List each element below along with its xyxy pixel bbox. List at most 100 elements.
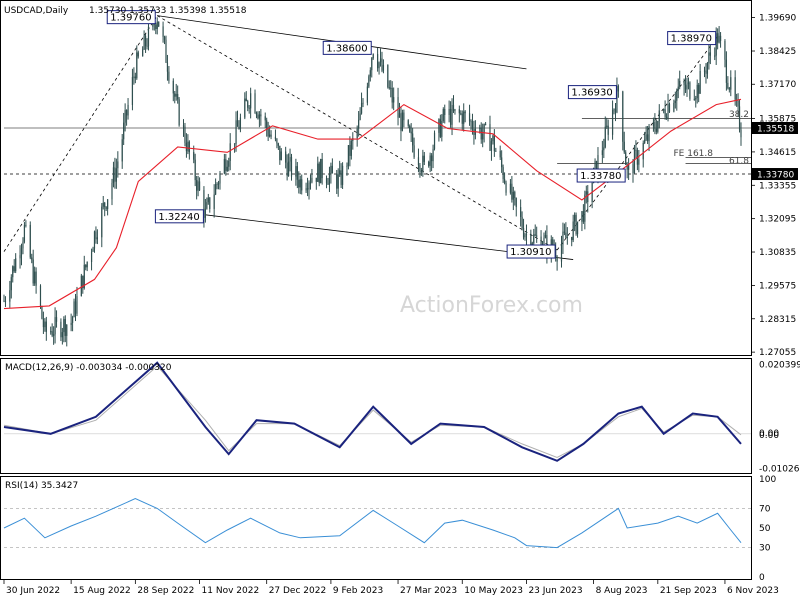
candle-body xyxy=(9,290,11,302)
candle-body xyxy=(339,170,341,175)
candle-body xyxy=(587,191,589,203)
candle-body xyxy=(525,234,528,236)
candle-body xyxy=(245,98,247,102)
y-axis-ticks: 1.396901.384251.371701.358751.346151.333… xyxy=(751,14,798,358)
candle-body xyxy=(143,35,145,50)
candle-body xyxy=(325,178,328,184)
candle-body xyxy=(668,104,671,112)
candle-body xyxy=(248,107,250,109)
candle-body xyxy=(174,93,176,97)
candle-body xyxy=(625,152,627,165)
candle-body xyxy=(125,110,128,116)
candle-body xyxy=(718,35,720,43)
candle-body xyxy=(350,141,352,156)
candle-body xyxy=(601,150,603,156)
candle-body xyxy=(53,334,55,336)
candle-body xyxy=(565,232,567,238)
candle-body xyxy=(137,52,139,57)
candle-body xyxy=(556,257,558,262)
candle-body xyxy=(175,93,177,97)
watermark: ActionForex.com xyxy=(400,293,583,318)
candle-body xyxy=(244,98,246,118)
candle-body xyxy=(387,64,389,88)
candle-body xyxy=(226,166,228,171)
candle-body xyxy=(379,58,382,63)
candle-body xyxy=(127,104,129,116)
candle-body xyxy=(724,40,726,60)
candle-body xyxy=(520,207,522,217)
candle-body xyxy=(184,126,186,143)
macd-panel-frame xyxy=(0,358,752,474)
candle-body xyxy=(107,199,109,210)
candle-body xyxy=(85,264,87,268)
candle-body xyxy=(676,90,678,101)
candle-body xyxy=(611,109,614,135)
candle-body xyxy=(454,109,456,112)
candle-body xyxy=(349,145,351,156)
candle-body xyxy=(356,128,358,139)
candle-body xyxy=(115,168,117,182)
candle-body xyxy=(439,119,441,137)
candle-body xyxy=(606,125,608,127)
candle-body xyxy=(705,70,707,74)
candle-body xyxy=(318,163,320,184)
candle-body xyxy=(86,262,88,268)
candle-body xyxy=(41,306,43,319)
candle-body xyxy=(648,126,650,142)
price-flag-label: 1.35518 xyxy=(757,124,794,134)
candle-body xyxy=(346,165,348,167)
candle-body xyxy=(695,98,697,100)
candle-body xyxy=(360,103,363,114)
candle-body xyxy=(614,109,617,113)
candle-body xyxy=(63,319,65,333)
candle-body xyxy=(689,82,691,99)
candle-body xyxy=(693,98,695,100)
candle-body xyxy=(737,101,739,107)
candle-body xyxy=(622,91,624,142)
candle-body xyxy=(111,182,113,200)
candle-body xyxy=(501,157,503,168)
candle-body xyxy=(574,214,576,222)
candle-body xyxy=(74,301,77,314)
candle-body xyxy=(514,191,516,199)
candle-body xyxy=(20,248,23,256)
swing-label-text: 1.33780 xyxy=(580,171,621,182)
candle-body xyxy=(287,161,290,176)
candle-body xyxy=(50,331,52,333)
price-tick-label: 1.37170 xyxy=(759,80,796,90)
chart-canvas: ActionForex.com 1.397601.386001.322401.3… xyxy=(0,0,800,596)
candle-body xyxy=(101,206,103,238)
candle-body xyxy=(740,129,742,138)
candle-body xyxy=(495,150,497,152)
candle-body xyxy=(505,182,507,193)
candle-body xyxy=(407,120,409,126)
candle-body xyxy=(257,114,259,119)
candle-body xyxy=(431,155,433,162)
price-tick-label: 1.28315 xyxy=(759,315,796,325)
candle-body xyxy=(3,300,5,302)
candle-body xyxy=(730,77,732,90)
candle-body xyxy=(461,113,463,124)
candle-body xyxy=(378,62,380,69)
candle-body xyxy=(483,123,485,134)
date-tick-label: 21 Sep 2023 xyxy=(660,586,717,596)
candle-body xyxy=(451,104,453,125)
candle-body xyxy=(269,134,271,137)
rsi-tick-label: 30 xyxy=(759,544,771,554)
candle-body xyxy=(377,54,379,69)
candle-body xyxy=(452,104,455,112)
candle-body xyxy=(311,177,313,183)
candle-body xyxy=(299,179,301,188)
candle-body xyxy=(560,244,563,262)
candle-body xyxy=(482,133,484,140)
candle-body xyxy=(683,80,685,86)
candle-body xyxy=(544,235,547,238)
candle-body xyxy=(45,321,47,332)
candle-body xyxy=(66,324,68,336)
candle-body xyxy=(250,93,252,109)
candle-body xyxy=(413,145,415,158)
candle-body xyxy=(679,80,681,87)
candle-body xyxy=(296,166,298,180)
candle-body xyxy=(315,177,317,182)
candle-body xyxy=(686,83,688,90)
